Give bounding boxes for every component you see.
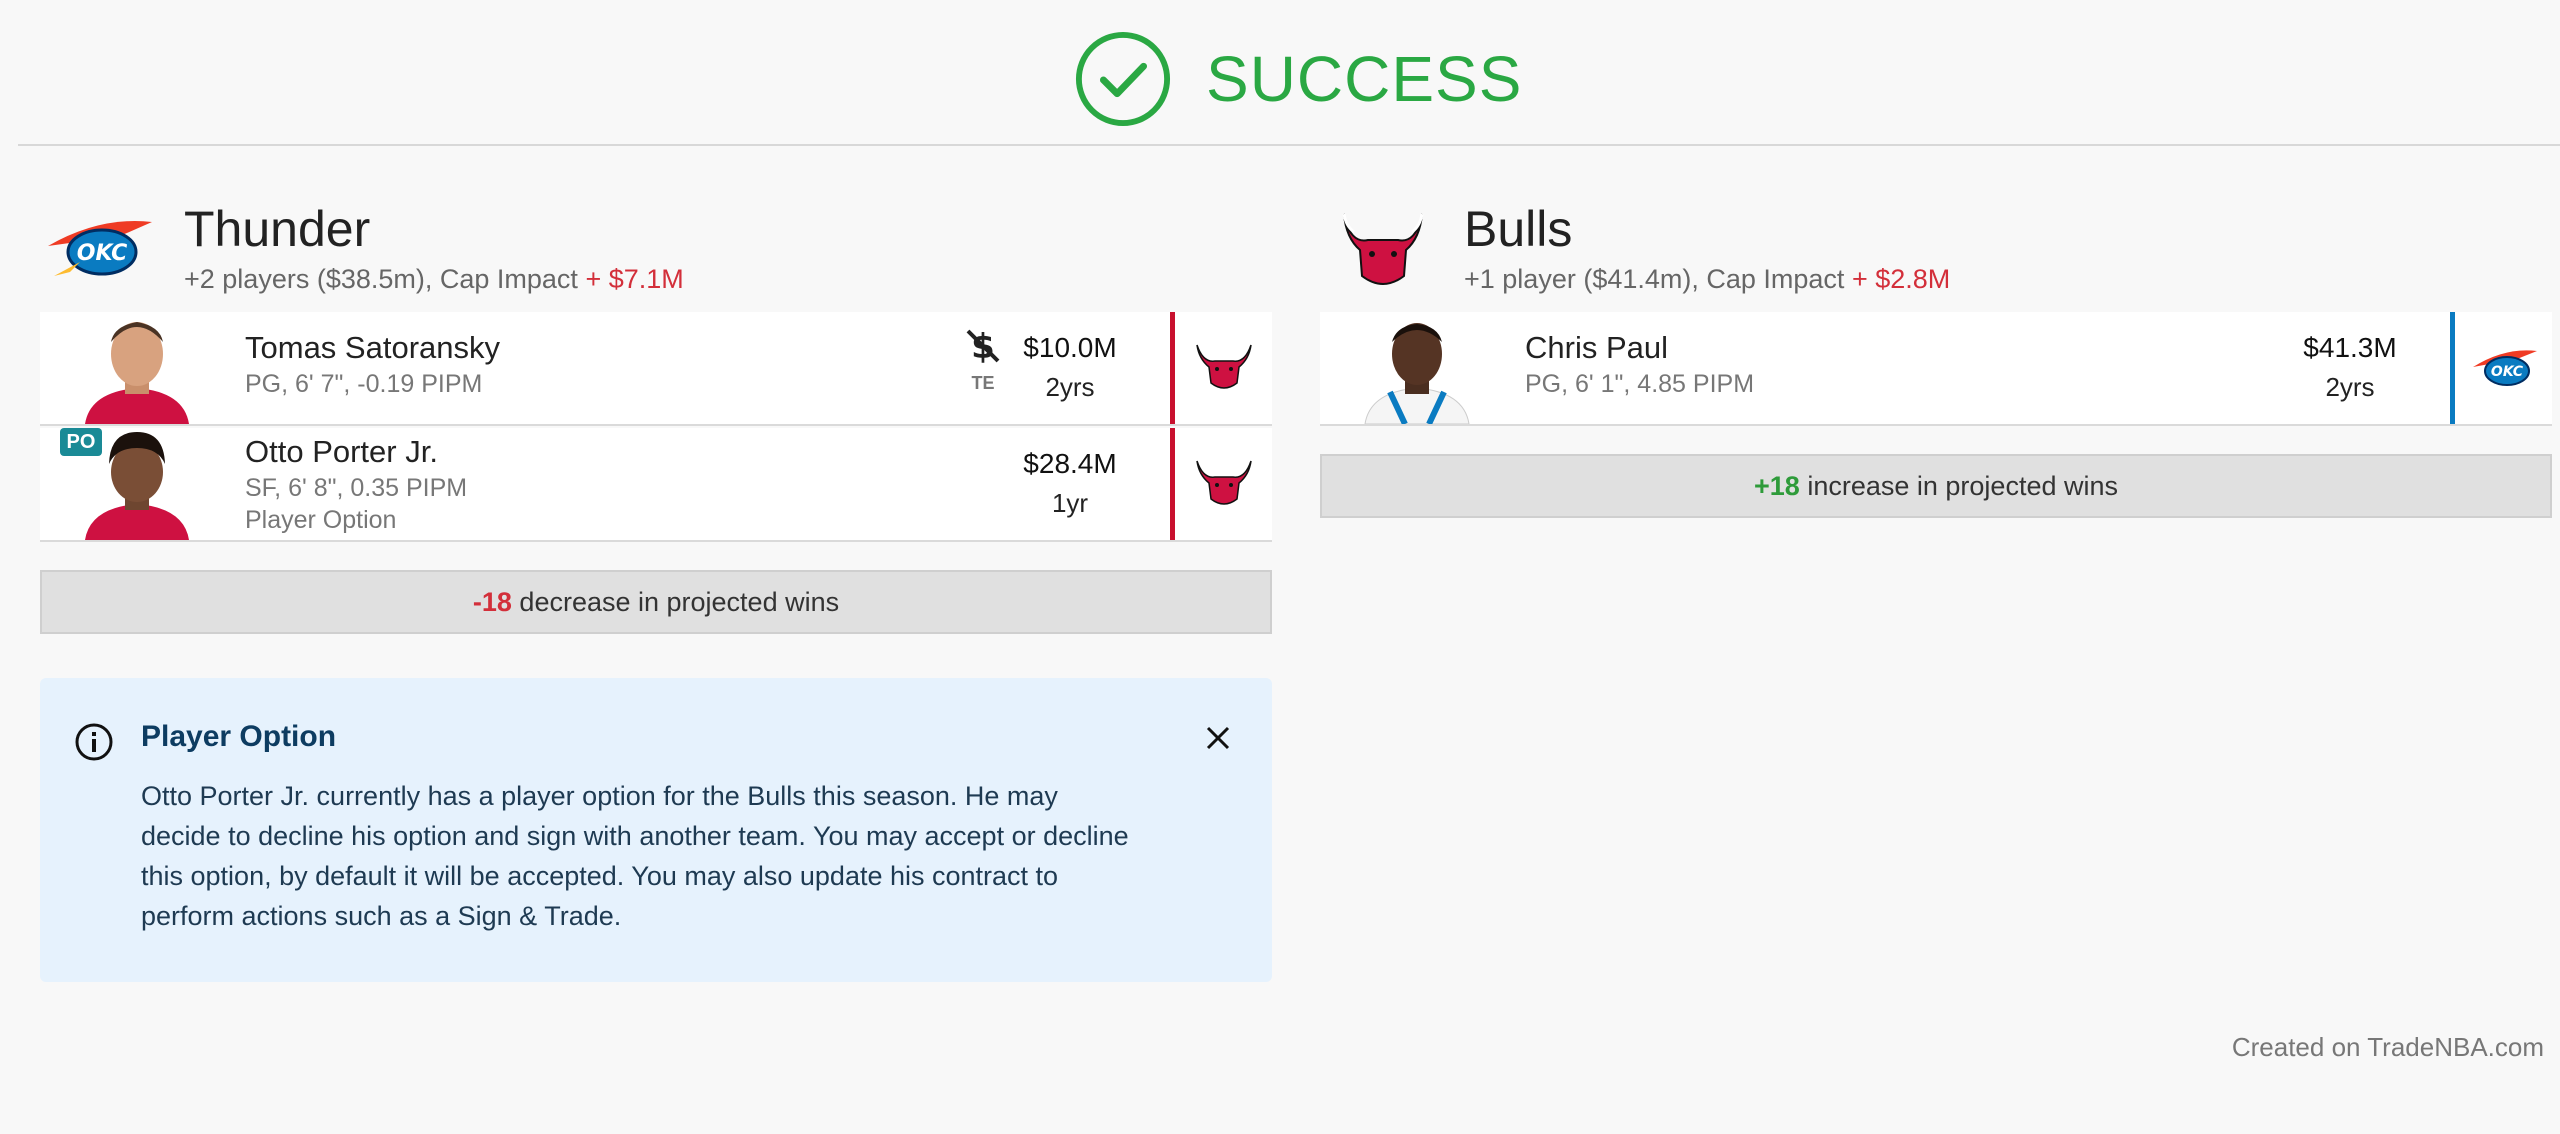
player-row[interactable]: Tomas Satoransky PG, 6' 7", -0.19 PIPM $… — [40, 312, 1272, 426]
close-icon[interactable] — [1202, 722, 1234, 754]
player-years: 2yrs — [1045, 372, 1095, 402]
alert-body: Otto Porter Jr. currently has a player o… — [141, 781, 1129, 931]
team-summary-text: +1 player ($41.4m), Cap Impact — [1464, 264, 1845, 294]
projected-wins: +18 increase in projected wins — [1320, 454, 2552, 518]
footer-credit: Created on TradeNBA.com — [2231, 1032, 2544, 1062]
no-money-icon: $ — [966, 327, 1000, 367]
trade-exception: $ TE — [960, 326, 1006, 394]
player-detail: PG, 6' 7", -0.19 PIPM — [245, 370, 483, 398]
svg-text:OKC: OKC — [2490, 364, 2523, 380]
svg-text:OKC: OKC — [77, 241, 128, 266]
player-detail: SF, 6' 8", 0.35 PIPM — [245, 474, 468, 502]
cap-impact: + $7.1M — [585, 264, 684, 294]
player-headshot — [85, 322, 189, 424]
success-banner: SUCCESS — [1074, 30, 1522, 128]
player-option-alert: Player Option Otto Porter Jr. currently … — [40, 678, 1272, 982]
team-header: OKC Thunder +2 players ($38.5m), Cap Imp… — [40, 190, 1272, 312]
player-salary: $41.3M — [2303, 332, 2397, 363]
thunder-logo-icon: OKC — [48, 221, 152, 276]
team-bulls: Bulls +1 player ($41.4m), Cap Impact + $… — [1320, 190, 2552, 518]
from-team — [1170, 428, 1272, 540]
team-name: Thunder — [184, 201, 371, 257]
from-team — [1170, 312, 1272, 424]
player-name: Tomas Satoransky — [245, 330, 500, 365]
player-detail: PG, 6' 1", 4.85 PIPM — [1525, 370, 1755, 398]
te-label: TE — [971, 373, 995, 393]
bulls-logo-icon — [1342, 213, 1424, 285]
team-summary: +2 players ($38.5m), Cap Impact + $7.1M — [184, 264, 684, 295]
player-option-badge: PO — [60, 428, 102, 456]
thunder-logo-icon: OKC — [2472, 350, 2537, 386]
team-summary-text: +2 players ($38.5m), Cap Impact — [184, 264, 578, 294]
wins-text: decrease in projected wins — [519, 587, 840, 617]
player-years: 1yr — [1051, 488, 1089, 518]
wins-delta: +18 — [1754, 471, 1800, 501]
team-name: Bulls — [1464, 201, 1573, 257]
bulls-logo-icon — [1195, 344, 1252, 389]
bulls-logo-icon — [1195, 460, 1252, 505]
team-thunder: OKC Thunder +2 players ($38.5m), Cap Imp… — [40, 190, 1272, 634]
wins-text: increase in projected wins — [1807, 471, 2118, 501]
wins-delta: -18 — [472, 587, 512, 617]
team-summary: +1 player ($41.4m), Cap Impact + $2.8M — [1464, 264, 1950, 295]
success-title: SUCCESS — [1206, 43, 1523, 115]
player-row[interactable]: PO Otto Porter Jr. SF, 6' 8", 0.35 PIPM … — [40, 428, 1272, 542]
player-years: 2yrs — [2325, 372, 2375, 402]
team-header: Bulls +1 player ($41.4m), Cap Impact + $… — [1320, 190, 2552, 312]
check-circle-icon — [1075, 31, 1171, 127]
player-name: Otto Porter Jr. — [245, 434, 438, 469]
cap-impact: + $2.8M — [1851, 264, 1951, 294]
alert-title: Player Option — [141, 720, 337, 753]
projected-wins: -18 decrease in projected wins — [40, 570, 1272, 634]
player-salary: $28.4M — [1023, 448, 1117, 479]
header: SUCCESS — [0, 0, 2560, 146]
player-name: Chris Paul — [1525, 330, 1668, 365]
player-headshot — [1364, 323, 1470, 424]
info-icon — [75, 723, 113, 761]
player-salary: $10.0M — [1023, 332, 1117, 363]
from-team: OKC — [2450, 312, 2552, 424]
player-note: Player Option — [245, 506, 397, 534]
divider — [18, 144, 2560, 146]
player-row[interactable]: Chris Paul PG, 6' 1", 4.85 PIPM $41.3M 2… — [1320, 312, 2552, 426]
